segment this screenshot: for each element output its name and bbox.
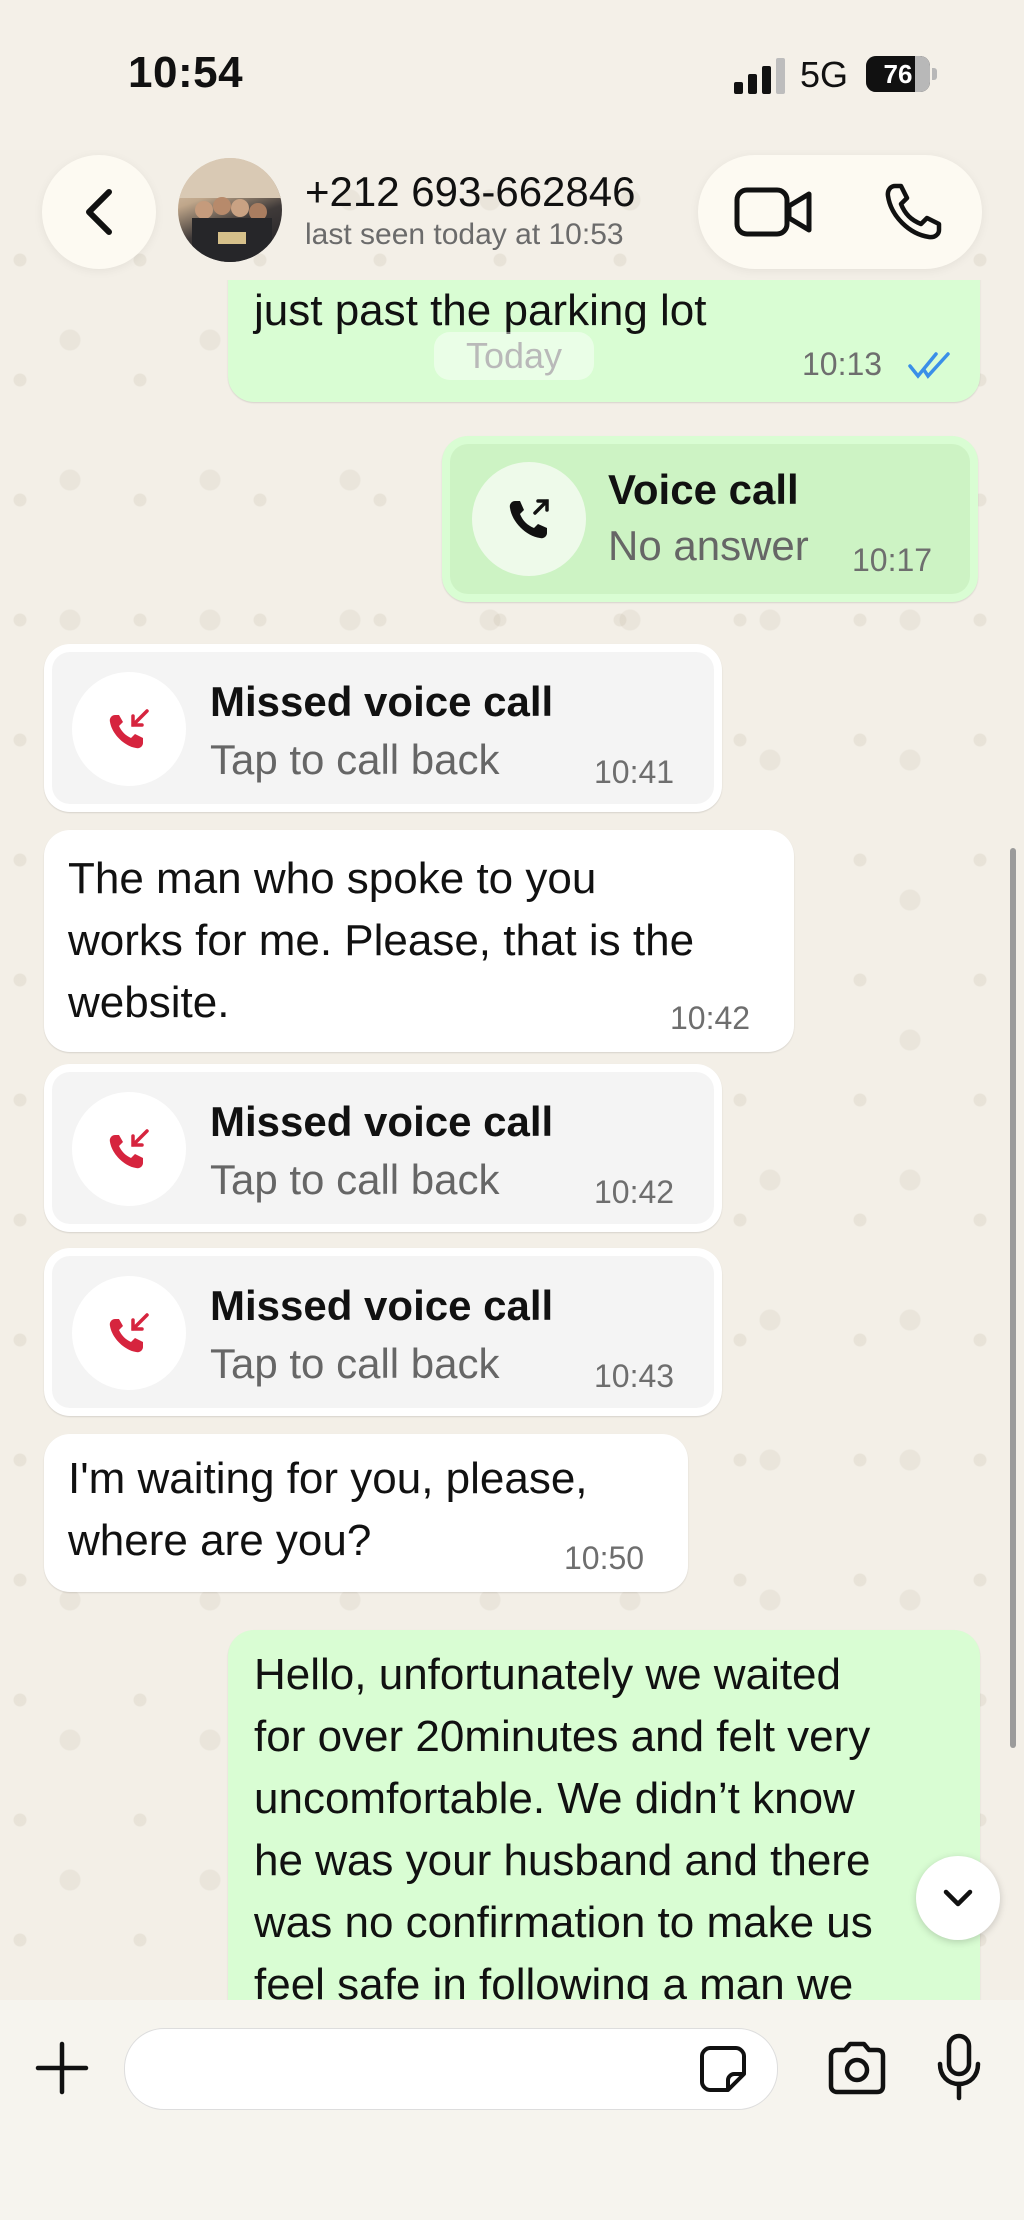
missed-call-message[interactable]: Missed voice call Tap to call back 10:42 — [44, 1064, 722, 1232]
message-time: 10:42 — [670, 1000, 751, 1036]
call-title: Missed voice call — [210, 1098, 554, 1145]
microphone-icon — [937, 2033, 981, 2101]
contact-avatar[interactable] — [178, 158, 282, 262]
message-text: The man who spoke to you works for me. P… — [68, 854, 695, 1027]
message-time: 10:17 — [852, 542, 933, 578]
message-bubble-outgoing[interactable]: just past the parking lot 10:13 — [228, 280, 980, 402]
message-time: 10:13 — [802, 346, 883, 382]
message-time: 10:42 — [594, 1174, 675, 1210]
message-bubble-outgoing[interactable]: Hello, unfortunately we waited for over … — [228, 1630, 980, 2000]
read-receipt-icon — [908, 352, 950, 379]
plus-icon — [35, 2041, 89, 2095]
attach-button[interactable] — [30, 2036, 94, 2100]
cellular-signal-icon — [734, 58, 785, 94]
message-text: I'm waiting for you, please, where are y… — [68, 1454, 588, 1565]
microphone-button[interactable] — [932, 2030, 986, 2106]
message-input-field[interactable] — [124, 2028, 778, 2110]
message-time: 10:43 — [594, 1358, 675, 1394]
message-time: 10:50 — [564, 1540, 645, 1576]
message-input[interactable] — [155, 2039, 699, 2101]
camera-icon — [828, 2041, 886, 2095]
battery-percent: 76 — [883, 59, 913, 89]
status-bar: 10:54 5G 76 — [0, 0, 1024, 150]
call-title: Missed voice call — [210, 1282, 554, 1329]
sticker-button[interactable] — [695, 2041, 751, 2097]
sticker-icon — [700, 2046, 746, 2092]
call-title: Voice call — [608, 466, 799, 513]
chat-header: +212 693-662846 last seen today at 10:53 — [0, 150, 1024, 280]
camera-button[interactable] — [822, 2036, 892, 2100]
message-text: Hello, unfortunately we waited for over … — [254, 1650, 873, 2000]
composer-bar — [0, 2000, 1024, 2220]
outgoing-call-icon — [472, 462, 586, 576]
scroll-to-bottom-button[interactable] — [916, 1856, 1000, 1940]
message-time: 10:41 — [594, 754, 675, 790]
call-title: Missed voice call — [210, 678, 554, 725]
message-bubble-incoming[interactable]: I'm waiting for you, please, where are y… — [44, 1434, 688, 1592]
video-call-button[interactable] — [728, 177, 818, 247]
video-camera-icon — [734, 187, 812, 237]
back-chevron-icon — [86, 189, 112, 235]
scrollbar[interactable] — [1010, 848, 1016, 1748]
message-bubble-incoming[interactable]: The man who spoke to you works for me. P… — [44, 830, 794, 1052]
phone-icon — [885, 183, 942, 240]
last-seen-status: last seen today at 10:53 — [305, 218, 624, 251]
voice-call-button[interactable] — [868, 177, 958, 247]
call-subtitle: Tap to call back — [210, 736, 500, 783]
missed-call-message[interactable]: Missed voice call Tap to call back 10:41 — [44, 644, 722, 812]
network-type: 5G — [800, 54, 849, 95]
call-buttons-group — [698, 155, 982, 269]
missed-call-message[interactable]: Missed voice call Tap to call back 10:43 — [44, 1248, 722, 1416]
missed-call-icon — [72, 1276, 186, 1390]
call-message-outgoing[interactable]: Voice call No answer 10:17 — [442, 436, 978, 602]
date-separator: Today — [434, 332, 594, 380]
missed-call-icon — [72, 672, 186, 786]
back-button[interactable] — [42, 155, 156, 269]
contact-name[interactable]: +212 693-662846 — [305, 168, 635, 216]
status-time: 10:54 — [128, 48, 244, 97]
chevron-down-icon — [943, 1889, 973, 1907]
battery-icon: 76 — [866, 56, 938, 92]
call-subtitle: Tap to call back — [210, 1340, 500, 1387]
missed-call-icon — [72, 1092, 186, 1206]
call-subtitle: No answer — [608, 522, 809, 569]
call-subtitle: Tap to call back — [210, 1156, 500, 1203]
message-list[interactable]: just past the parking lot 10:13 Today Vo… — [0, 280, 1024, 2000]
